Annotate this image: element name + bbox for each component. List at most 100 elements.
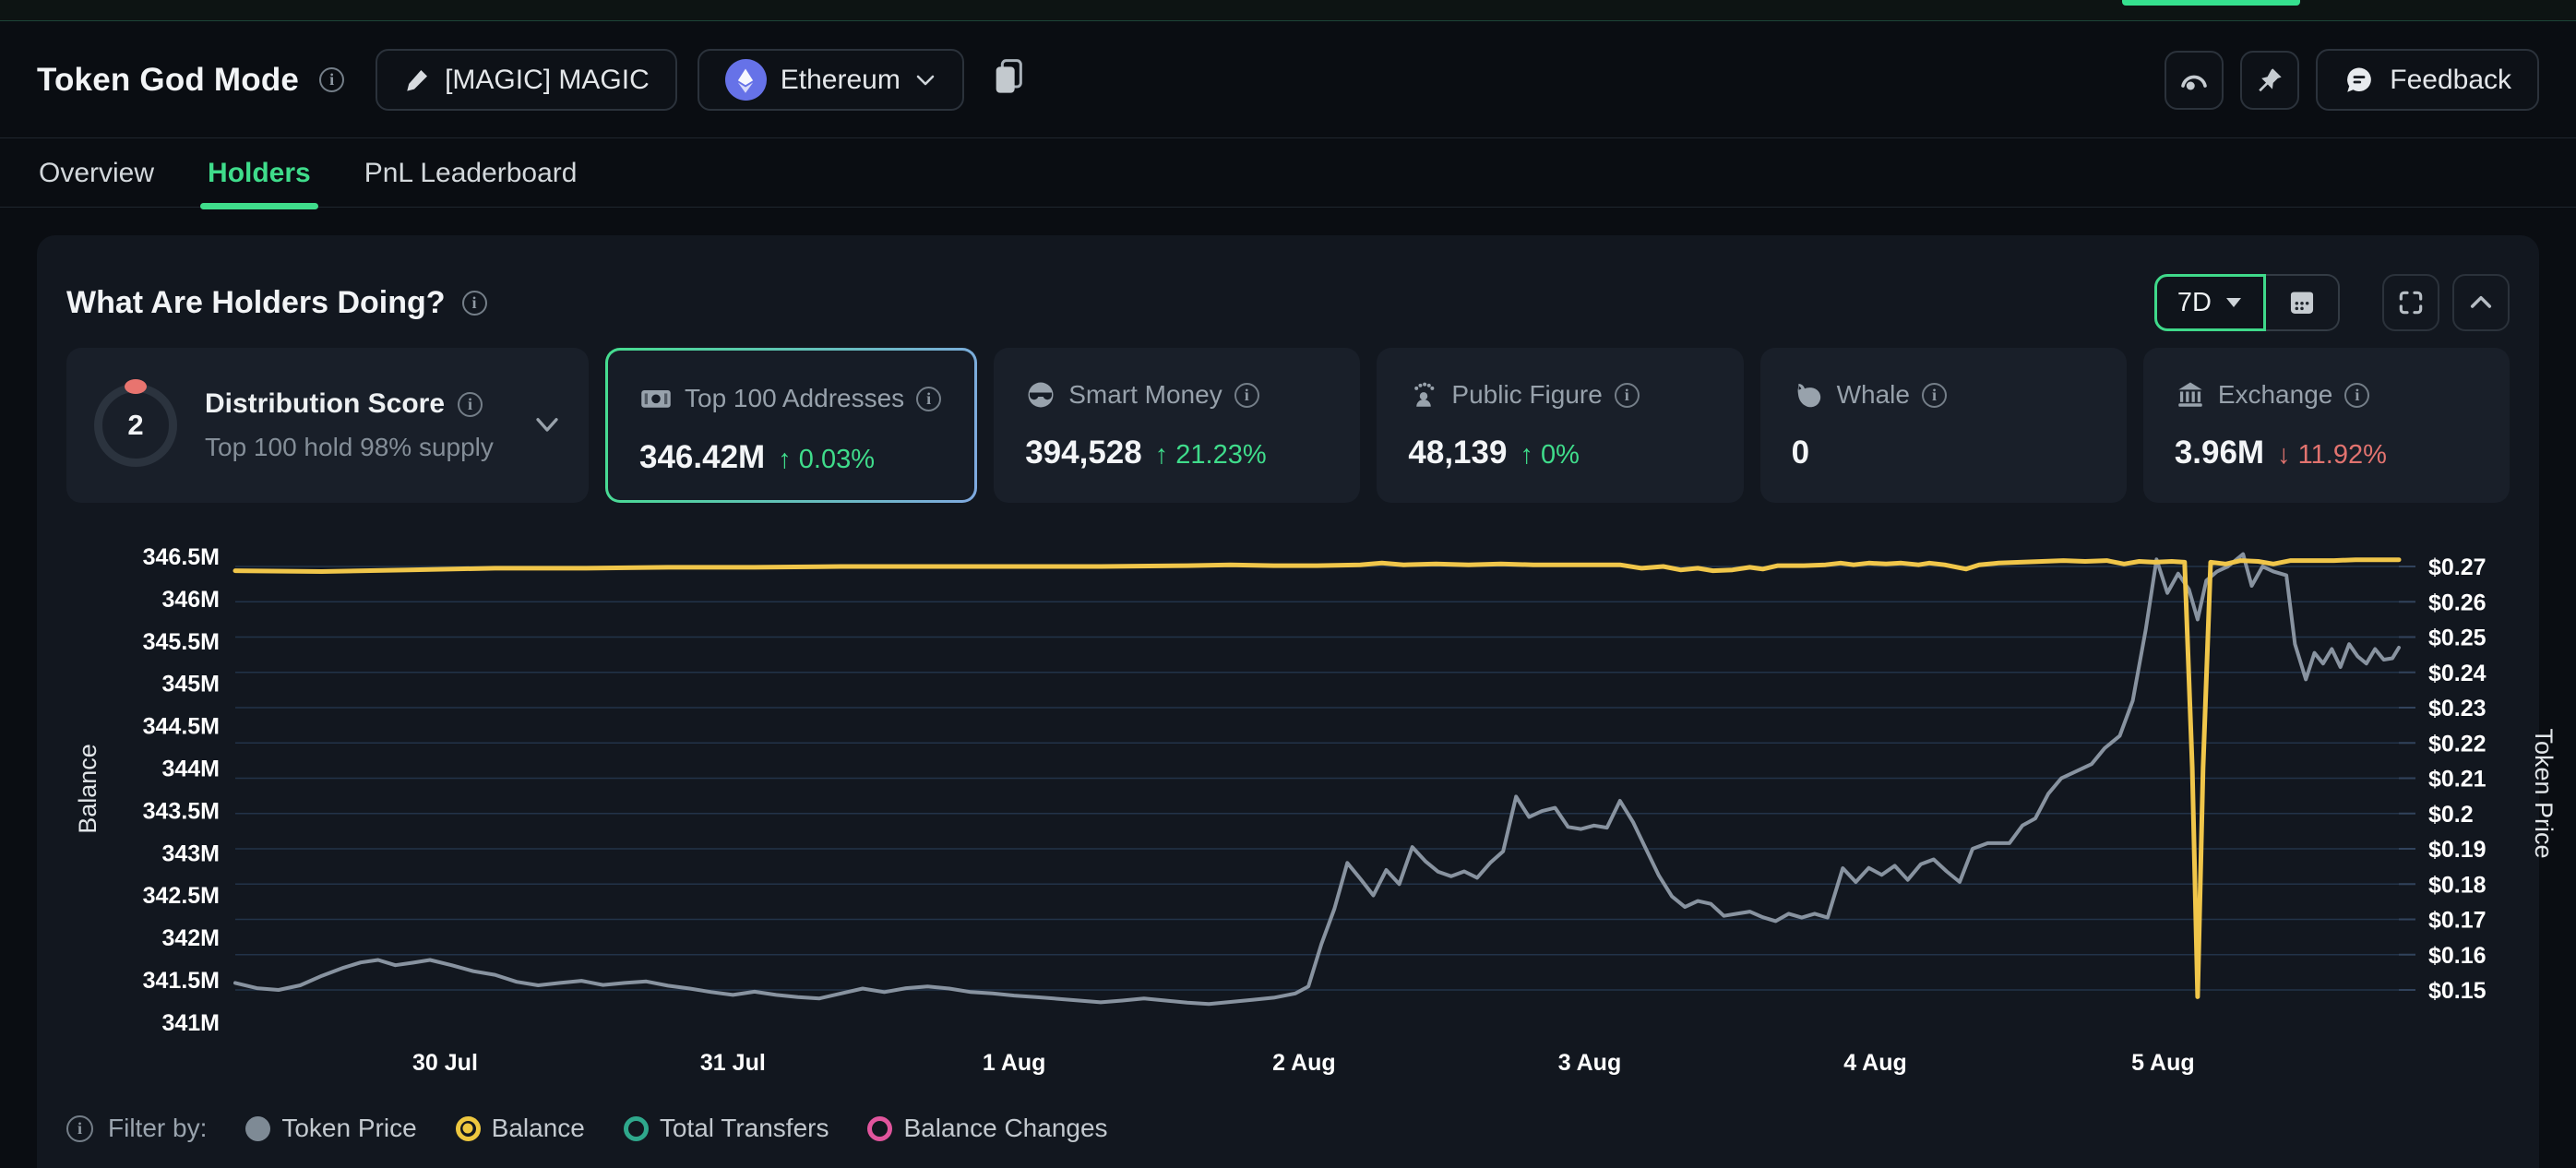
token-price-swatch xyxy=(245,1116,270,1141)
feedback-chat-icon xyxy=(2343,65,2375,96)
active-tab-underline xyxy=(200,203,318,209)
stat-card-public-figure[interactable]: Public Figure 48,139 ↑ 0% xyxy=(1377,348,1743,503)
holders-balance-price-chart[interactable]: $0.27$0.26$0.25$0.24$0.23$0.22$0.21$0.2$… xyxy=(0,517,2576,1098)
info-icon[interactable] xyxy=(2344,383,2369,408)
time-range-group: 7D xyxy=(2154,274,2340,331)
svg-text:$0.26: $0.26 xyxy=(2428,590,2487,615)
svg-text:$0.25: $0.25 xyxy=(2428,626,2487,651)
banknote-icon xyxy=(639,382,673,415)
ethereum-logo-icon xyxy=(725,59,767,101)
info-icon[interactable] xyxy=(66,1115,93,1142)
time-range-dropdown[interactable]: 7D xyxy=(2154,274,2266,331)
svg-text:Balance: Balance xyxy=(74,744,101,834)
token-button-label: [MAGIC] MAGIC xyxy=(445,65,650,96)
chevron-down-icon xyxy=(914,73,936,88)
token-select-button[interactable]: [MAGIC] MAGIC xyxy=(376,49,677,111)
svg-text:345M: 345M xyxy=(161,672,220,697)
public-figure-icon xyxy=(1408,379,1439,411)
svg-text:341.5M: 341.5M xyxy=(143,968,220,994)
stat-card-value: 3.96M xyxy=(2175,435,2264,471)
svg-text:31 Jul: 31 Jul xyxy=(700,1050,766,1076)
stat-card-label: Exchange xyxy=(2218,380,2333,410)
svg-text:343M: 343M xyxy=(161,840,220,866)
exchange-icon xyxy=(2175,379,2206,411)
filter-by-label: Filter by: xyxy=(108,1114,207,1143)
svg-text:$0.23: $0.23 xyxy=(2428,696,2487,721)
svg-text:3 Aug: 3 Aug xyxy=(1558,1050,1622,1076)
collapse-button[interactable] xyxy=(2452,274,2510,331)
svg-text:345.5M: 345.5M xyxy=(143,629,220,655)
legend-balance-changes[interactable]: Balance Changes xyxy=(867,1114,1107,1143)
distribution-score-gauge: 2 xyxy=(94,384,177,467)
top-progress-segment xyxy=(2122,0,2300,6)
stat-card-exchange[interactable]: Exchange 3.96M ↓ 11.92% xyxy=(2143,348,2510,503)
stat-cards-row: 2 Distribution Score Top 100 hold 98% su… xyxy=(66,348,2519,503)
token-god-mode-page: Token God Mode [MAGIC] MAGIC Ethereum xyxy=(0,0,2576,1168)
svg-text:$0.17: $0.17 xyxy=(2428,908,2487,934)
svg-text:5 Aug: 5 Aug xyxy=(2131,1050,2195,1076)
svg-text:$0.27: $0.27 xyxy=(2428,554,2487,580)
gauge-alert-dot xyxy=(125,379,147,394)
svg-text:$0.19: $0.19 xyxy=(2428,837,2487,863)
tab-overview[interactable]: Overview xyxy=(39,139,154,207)
feedback-button[interactable]: Feedback xyxy=(2316,49,2539,111)
stat-card-change: ↑ 21.23% xyxy=(1155,440,1267,471)
svg-text:$0.22: $0.22 xyxy=(2428,731,2487,757)
stat-card-top-100-addresses[interactable]: Top 100 Addresses 346.42M ↑ 0.03% xyxy=(605,348,977,503)
stat-card-label: Top 100 Addresses xyxy=(685,384,904,413)
distribution-score-label: Distribution Score xyxy=(205,388,445,420)
top-strip xyxy=(0,0,2576,21)
stat-card-value: 48,139 xyxy=(1408,435,1507,471)
svg-text:344.5M: 344.5M xyxy=(143,714,220,740)
info-icon[interactable] xyxy=(1615,383,1640,408)
distribution-score-subtitle: Top 100 hold 98% supply xyxy=(205,433,506,462)
chain-selector-label: Ethereum xyxy=(781,65,900,96)
stat-card-value: 346.42M xyxy=(639,439,765,476)
section-title: What Are Holders Doing? xyxy=(66,285,446,321)
feedback-label: Feedback xyxy=(2390,65,2511,96)
info-icon[interactable] xyxy=(916,387,941,411)
svg-text:343.5M: 343.5M xyxy=(143,798,220,824)
caret-down-icon xyxy=(2224,297,2243,308)
copy-icon[interactable] xyxy=(990,57,1027,102)
stat-card-label: Public Figure xyxy=(1451,380,1602,410)
legend-total-transfers[interactable]: Total Transfers xyxy=(624,1114,829,1143)
svg-text:Token Price: Token Price xyxy=(2530,728,2558,858)
svg-text:344M: 344M xyxy=(161,757,220,782)
svg-text:1 Aug: 1 Aug xyxy=(983,1050,1046,1076)
info-icon[interactable] xyxy=(319,67,344,92)
tab-holders[interactable]: Holders xyxy=(208,139,311,207)
info-icon[interactable] xyxy=(1234,383,1259,408)
stat-card-smart-money[interactable]: Smart Money 394,528 ↑ 21.23% xyxy=(994,348,1360,503)
svg-text:346.5M: 346.5M xyxy=(143,544,220,570)
svg-text:$0.16: $0.16 xyxy=(2428,943,2487,969)
distribution-score-value: 2 xyxy=(127,409,143,442)
calendar-button[interactable] xyxy=(2266,274,2340,331)
calendar-icon xyxy=(2286,287,2318,318)
tab-pnl-leaderboard[interactable]: PnL Leaderboard xyxy=(364,139,578,207)
watchlist-eye-icon[interactable] xyxy=(2165,51,2224,110)
chevron-down-icon[interactable] xyxy=(533,416,561,435)
distribution-score-card[interactable]: 2 Distribution Score Top 100 hold 98% su… xyxy=(66,348,589,503)
pin-icon[interactable] xyxy=(2240,51,2299,110)
stat-card-label: Whale xyxy=(1837,380,1910,410)
page-title: Token God Mode xyxy=(37,62,299,99)
fullscreen-button[interactable] xyxy=(2382,274,2439,331)
stat-card-label: Smart Money xyxy=(1068,380,1222,410)
info-icon[interactable] xyxy=(1922,383,1947,408)
stat-card-change: ↑ 0.03% xyxy=(778,445,875,475)
svg-text:342.5M: 342.5M xyxy=(143,883,220,909)
edit-pencil-icon xyxy=(403,66,431,94)
chain-selector[interactable]: Ethereum xyxy=(698,49,964,111)
svg-text:$0.18: $0.18 xyxy=(2428,872,2487,898)
total-transfers-swatch xyxy=(624,1116,649,1141)
info-icon[interactable] xyxy=(462,291,487,316)
stat-card-whale[interactable]: Whale 0 xyxy=(1760,348,2127,503)
stat-card-change: ↓ 11.92% xyxy=(2277,440,2387,471)
info-icon[interactable] xyxy=(458,392,483,417)
svg-text:$0.15: $0.15 xyxy=(2428,978,2487,1004)
svg-text:$0.21: $0.21 xyxy=(2428,767,2487,793)
legend-token-price[interactable]: Token Price xyxy=(245,1114,416,1143)
legend-balance[interactable]: Balance xyxy=(456,1114,585,1143)
smart-money-icon xyxy=(1025,379,1056,411)
